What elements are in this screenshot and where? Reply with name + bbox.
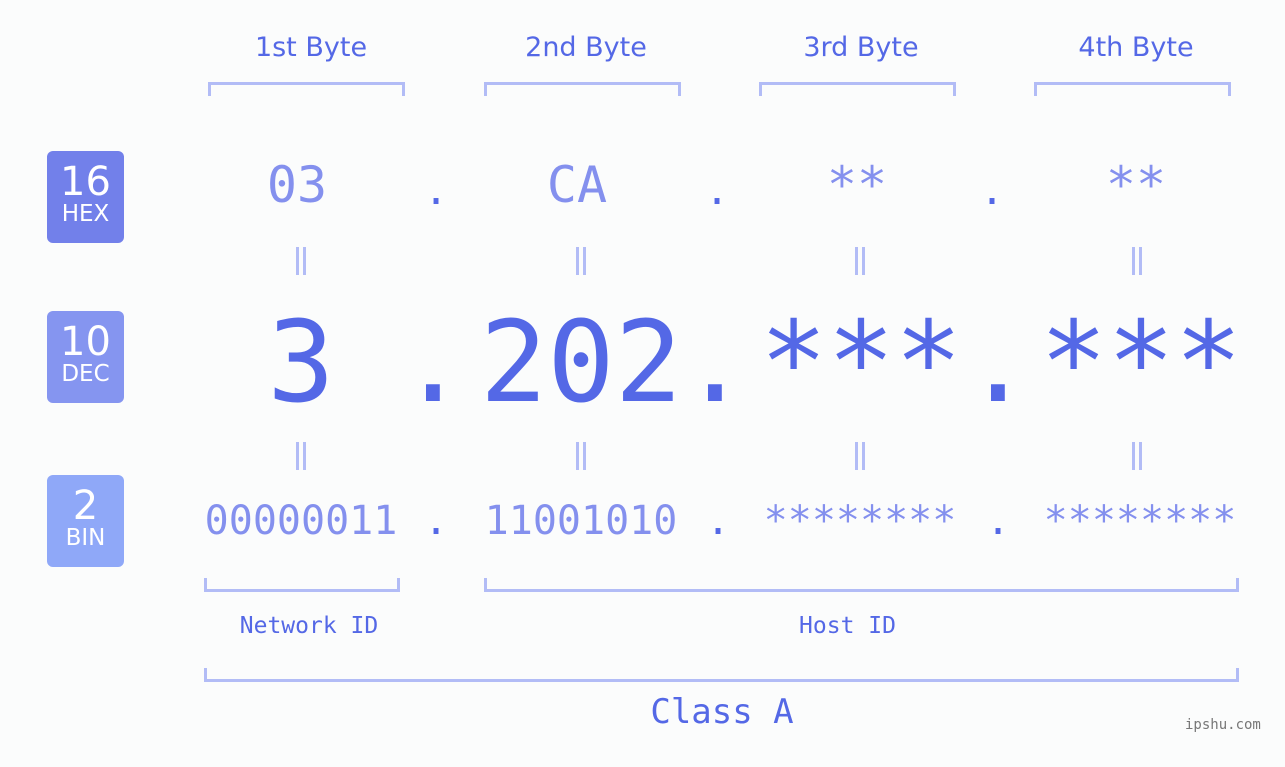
byte-bracket-1: [208, 82, 405, 96]
bin-badge-label: BIN: [65, 525, 106, 551]
host-id-bracket: [484, 578, 1239, 592]
dec-separator-2: .: [681, 298, 749, 428]
equals-icon: [1128, 247, 1144, 275]
byte-header-4: 4th Byte: [1078, 32, 1194, 63]
class-bracket: [204, 668, 1239, 682]
network-id-label: Network ID: [239, 613, 379, 639]
watermark: ipshu.com: [1185, 717, 1261, 733]
hex-separator-1: .: [423, 168, 449, 214]
hex-badge-label: HEX: [61, 201, 110, 227]
equals-icon: [1128, 442, 1144, 470]
dec-separator-3: .: [964, 298, 1032, 428]
dec-badge: 10 DEC: [47, 311, 124, 403]
equals-icon: [851, 442, 867, 470]
byte-bracket-2: [484, 82, 681, 96]
dec-badge-number: 10: [60, 319, 111, 365]
byte-header-3: 3rd Byte: [803, 32, 919, 63]
host-id-label: Host ID: [799, 613, 896, 639]
equals-icon: [292, 247, 308, 275]
hex-separator-2: .: [704, 168, 730, 214]
class-label: Class A: [650, 692, 794, 732]
equals-icon: [851, 247, 867, 275]
byte-header-2: 2nd Byte: [525, 32, 647, 63]
dec-badge-label: DEC: [61, 361, 110, 387]
network-id-bracket: [204, 578, 400, 592]
byte-bracket-4: [1034, 82, 1231, 96]
bin-badge: 2 BIN: [47, 475, 124, 567]
hex-badge-number: 16: [60, 159, 111, 205]
equals-icon: [572, 247, 588, 275]
equals-icon: [292, 442, 308, 470]
dec-separator-1: .: [399, 298, 467, 428]
equals-icon: [572, 442, 588, 470]
byte-bracket-3: [759, 82, 956, 96]
bin-separator-2: .: [705, 498, 731, 544]
hex-separator-3: .: [979, 168, 1005, 214]
bin-separator-1: .: [423, 498, 449, 544]
hex-badge: 16 HEX: [47, 151, 124, 243]
byte-header-1: 1st Byte: [254, 32, 368, 63]
bin-badge-number: 2: [72, 483, 99, 529]
bin-separator-3: .: [985, 498, 1011, 544]
